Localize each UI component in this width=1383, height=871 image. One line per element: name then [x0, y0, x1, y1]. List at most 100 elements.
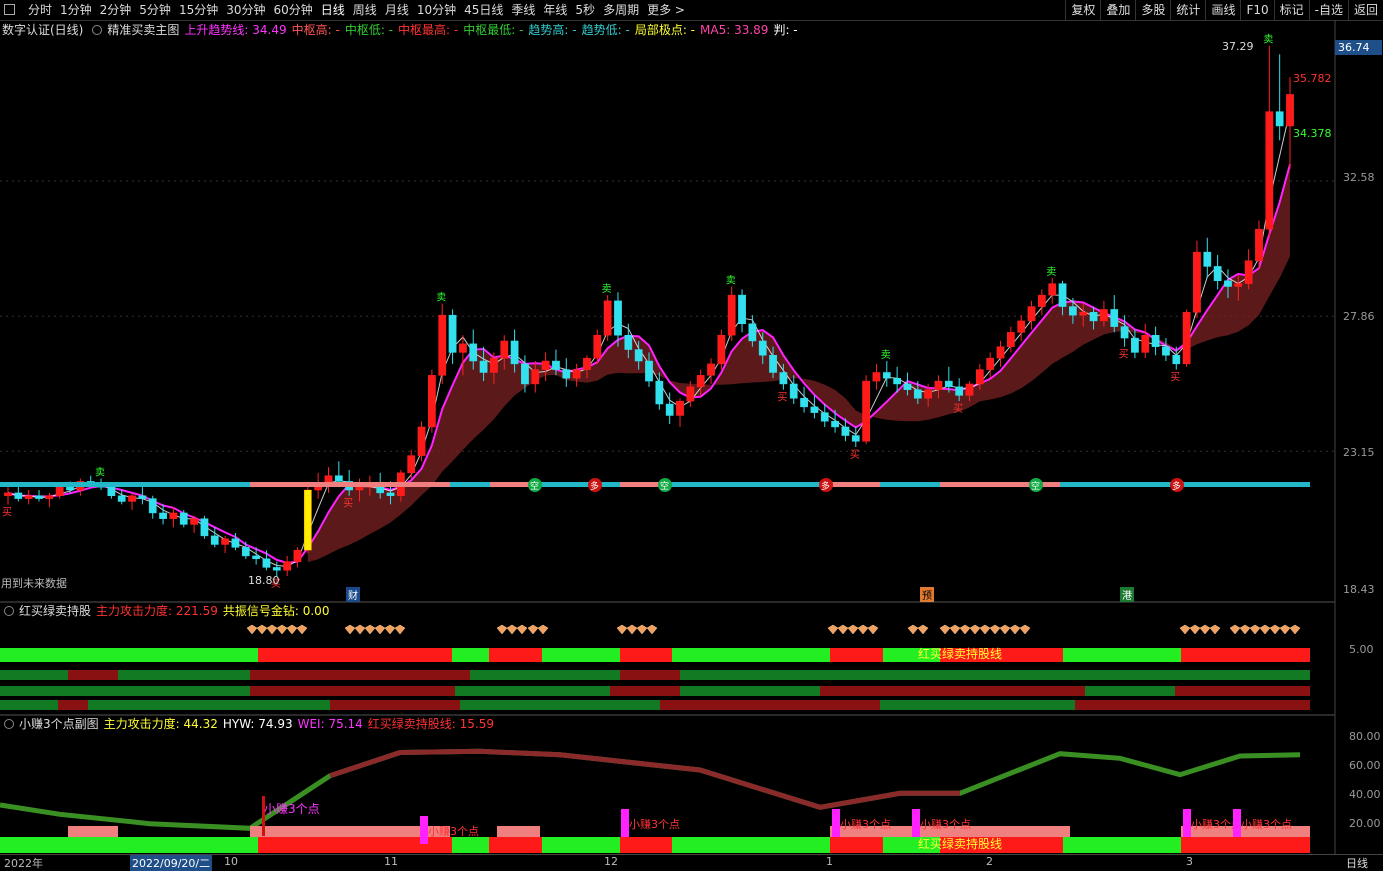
timeframe-tab[interactable]: 更多 >	[643, 0, 689, 20]
diamond-icon	[1209, 624, 1221, 635]
hold-band-3	[0, 686, 250, 696]
hold-band-bottom	[452, 837, 489, 853]
timeframe-tab[interactable]: 周线	[349, 0, 381, 20]
diamond-icon	[979, 624, 991, 635]
sub2-tag: 小赚3个点	[264, 802, 320, 816]
period-label[interactable]: 日线	[1346, 855, 1368, 871]
timeframe-tab[interactable]: 月线	[381, 0, 413, 20]
breakout-candle	[304, 490, 312, 551]
price-tick: 18.43	[1343, 583, 1375, 596]
candle-body	[727, 294, 736, 336]
candle-body	[521, 363, 529, 385]
toolbar-action[interactable]: 画线	[1205, 0, 1240, 20]
timeframe-tab[interactable]: 10分钟	[413, 0, 460, 20]
diamond-icon	[246, 624, 258, 635]
toolbar-action[interactable]: 统计	[1170, 0, 1205, 20]
diamond-icon	[1019, 624, 1031, 635]
band-dot-label: 多	[821, 480, 830, 492]
timeframe-tab[interactable]: 多周期	[599, 0, 643, 20]
date-cursor: 2022/09/20/二	[130, 855, 213, 871]
candle-body	[1193, 251, 1201, 313]
timeframe-tab[interactable]: 5秒	[571, 0, 599, 20]
event-badge[interactable]: 港	[1120, 587, 1134, 602]
candle-body	[490, 357, 498, 373]
settings-icon[interactable]	[4, 719, 14, 729]
timeframe-tab[interactable]: 年线	[539, 0, 571, 20]
candle-body	[469, 343, 478, 362]
candle-body	[1100, 309, 1108, 322]
candle-body	[841, 426, 850, 436]
toolbar-action[interactable]: 多股	[1135, 0, 1170, 20]
sub1-band-label: 红买绿卖持股线	[918, 647, 1003, 661]
price-tick: 32.58	[1343, 171, 1375, 184]
candle-body	[624, 334, 633, 350]
stock-chart-area[interactable]: 卖卖卖卖卖卖卖买买买买买买买买空多空多空多小赚3个点小赚3个点 小赚3个点 小赚3个…	[0, 20, 1383, 868]
timeframe-tab[interactable]: 2分钟	[96, 0, 136, 20]
indicator-field: 中枢高: -	[291, 23, 340, 37]
buy-signal: 买	[850, 449, 860, 461]
candle-body	[562, 369, 571, 379]
event-badge[interactable]: 财	[346, 587, 360, 602]
candle-body	[707, 363, 715, 376]
force-curve-red	[329, 748, 960, 810]
indicator-field: 中枢最低: -	[463, 23, 524, 37]
price-label-low: 18.80	[248, 574, 280, 587]
sell-signal: 卖	[726, 274, 736, 286]
candle-body	[1006, 332, 1015, 347]
indicator-field: 趋势低: -	[581, 23, 630, 37]
price-label-high: 37.29	[1222, 40, 1254, 53]
hold-band-4	[1075, 700, 1310, 710]
hold-band	[542, 648, 620, 662]
diamond-icon	[636, 624, 648, 635]
settings-icon[interactable]	[92, 25, 103, 35]
candle-body	[789, 383, 798, 399]
gain-marker	[621, 809, 629, 837]
candle-body	[1182, 312, 1191, 365]
candle-body	[975, 369, 984, 385]
timeframe-tab[interactable]: 45日线	[460, 0, 507, 20]
timeframe-tab[interactable]: 分时	[24, 0, 56, 20]
timeframe-tab[interactable]: 60分钟	[270, 0, 317, 20]
toolbar-action[interactable]: F10	[1240, 0, 1273, 20]
hold-band	[258, 648, 452, 662]
sub1-field: 共振信号金钻: 0.00	[222, 604, 330, 618]
main-chart-header: 数字认证(日线) 精准买卖主图 上升趋势线: 34.49 中枢高: - 中枢低: -…	[0, 21, 803, 39]
toolbar-action[interactable]: 叠加	[1100, 0, 1135, 20]
candle-body	[779, 372, 788, 385]
toolbar-action[interactable]: 返回	[1347, 0, 1383, 20]
candle-body	[634, 349, 643, 362]
timeframe-tab[interactable]: 15分钟	[175, 0, 222, 20]
candle-body	[448, 314, 457, 353]
hold-band-bottom	[1181, 837, 1310, 853]
diamond-icon	[989, 624, 1001, 635]
diamond-icon	[969, 624, 981, 635]
hold-band-4	[660, 700, 880, 710]
indicator-field: 中枢最高: -	[398, 23, 459, 37]
band-dot-label: 空	[530, 480, 539, 492]
diamond-icon	[949, 624, 961, 635]
timeframe-tab[interactable]: 5分钟	[135, 0, 175, 20]
toolbar-action[interactable]: -自选	[1308, 0, 1348, 20]
timeframe-tab[interactable]: 30分钟	[222, 0, 269, 20]
diamond-icon	[1289, 624, 1301, 635]
candle-body	[417, 426, 426, 456]
indicator-name[interactable]: 精准买卖主图	[107, 21, 179, 39]
hold-band-3	[820, 686, 1085, 696]
event-badge[interactable]: 预	[920, 587, 934, 602]
timeframe-tab[interactable]: 季线	[507, 0, 539, 20]
toolbar-action[interactable]: 复权	[1065, 0, 1100, 20]
settings-icon[interactable]	[4, 606, 14, 616]
toolbar-action[interactable]: 标记	[1273, 0, 1309, 20]
indicator-field: 局部极点: -	[634, 23, 696, 37]
candle-body	[1131, 337, 1139, 353]
sub2-name[interactable]: 小赚3个点副图	[19, 715, 99, 733]
timeframe-tab[interactable]: 日线	[317, 0, 349, 20]
hold-band-bottom	[620, 837, 672, 853]
date-year: 2022年	[4, 857, 43, 870]
price-level-2: 34.378	[1293, 127, 1332, 140]
sub1-name[interactable]: 红买绿卖持股	[19, 602, 91, 620]
candle-body	[428, 375, 436, 428]
candle-body	[820, 412, 829, 422]
square-icon[interactable]	[4, 4, 15, 15]
timeframe-tab[interactable]: 1分钟	[56, 0, 96, 20]
